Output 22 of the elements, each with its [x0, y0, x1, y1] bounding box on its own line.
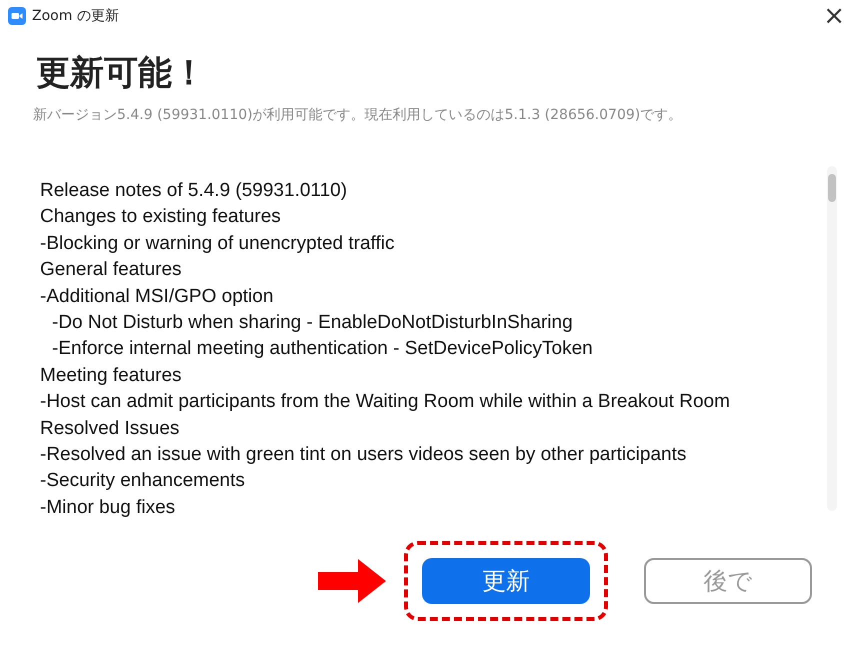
window-title: Zoom の更新 [32, 7, 120, 25]
release-note-line: -Do Not Disturb when sharing - EnableDoNotDisturbInSharing [51, 311, 574, 336]
release-note-line: Release notes of 5.4.9 (59931.0110) [40, 179, 348, 203]
release-note-line: -Blocking or warning of unencrypted traffic [40, 232, 396, 256]
close-button[interactable]: × [817, 1, 851, 31]
release-note-line: Changes to existing features [40, 205, 282, 230]
later-button[interactable]: 後で [644, 558, 812, 604]
heading: 更新可能！ [36, 52, 207, 95]
release-note-line: -Additional MSI/GPO option [40, 284, 274, 309]
release-note-line: -Enforce internal meeting authentication - SetDevicePolicyToken [51, 337, 594, 362]
arrow-icon [318, 559, 386, 603]
camera-icon [8, 7, 26, 25]
release-note-line: -Resolved an issue with green tint on users videos seen by other participants [40, 443, 688, 468]
version-info: 新バージョン5.4.9 (59931.0110)が利用可能です。現在利用しているのは5.1.3 (28656.0709)です。 [33, 106, 684, 124]
release-note-line: Resolved Issues [40, 416, 180, 441]
release-note-line: Meeting features [40, 364, 183, 388]
scrollbar[interactable] [827, 166, 837, 511]
release-note-line: -Minor bug fixes [40, 496, 176, 520]
update-button[interactable]: 更新 [422, 558, 590, 604]
release-note-line: -Security enhancements [40, 469, 246, 494]
release-note-line: General features [40, 258, 183, 282]
release-note-line: -Host can admit participants from the Waiting Room while within a Breakout Room [40, 390, 731, 414]
